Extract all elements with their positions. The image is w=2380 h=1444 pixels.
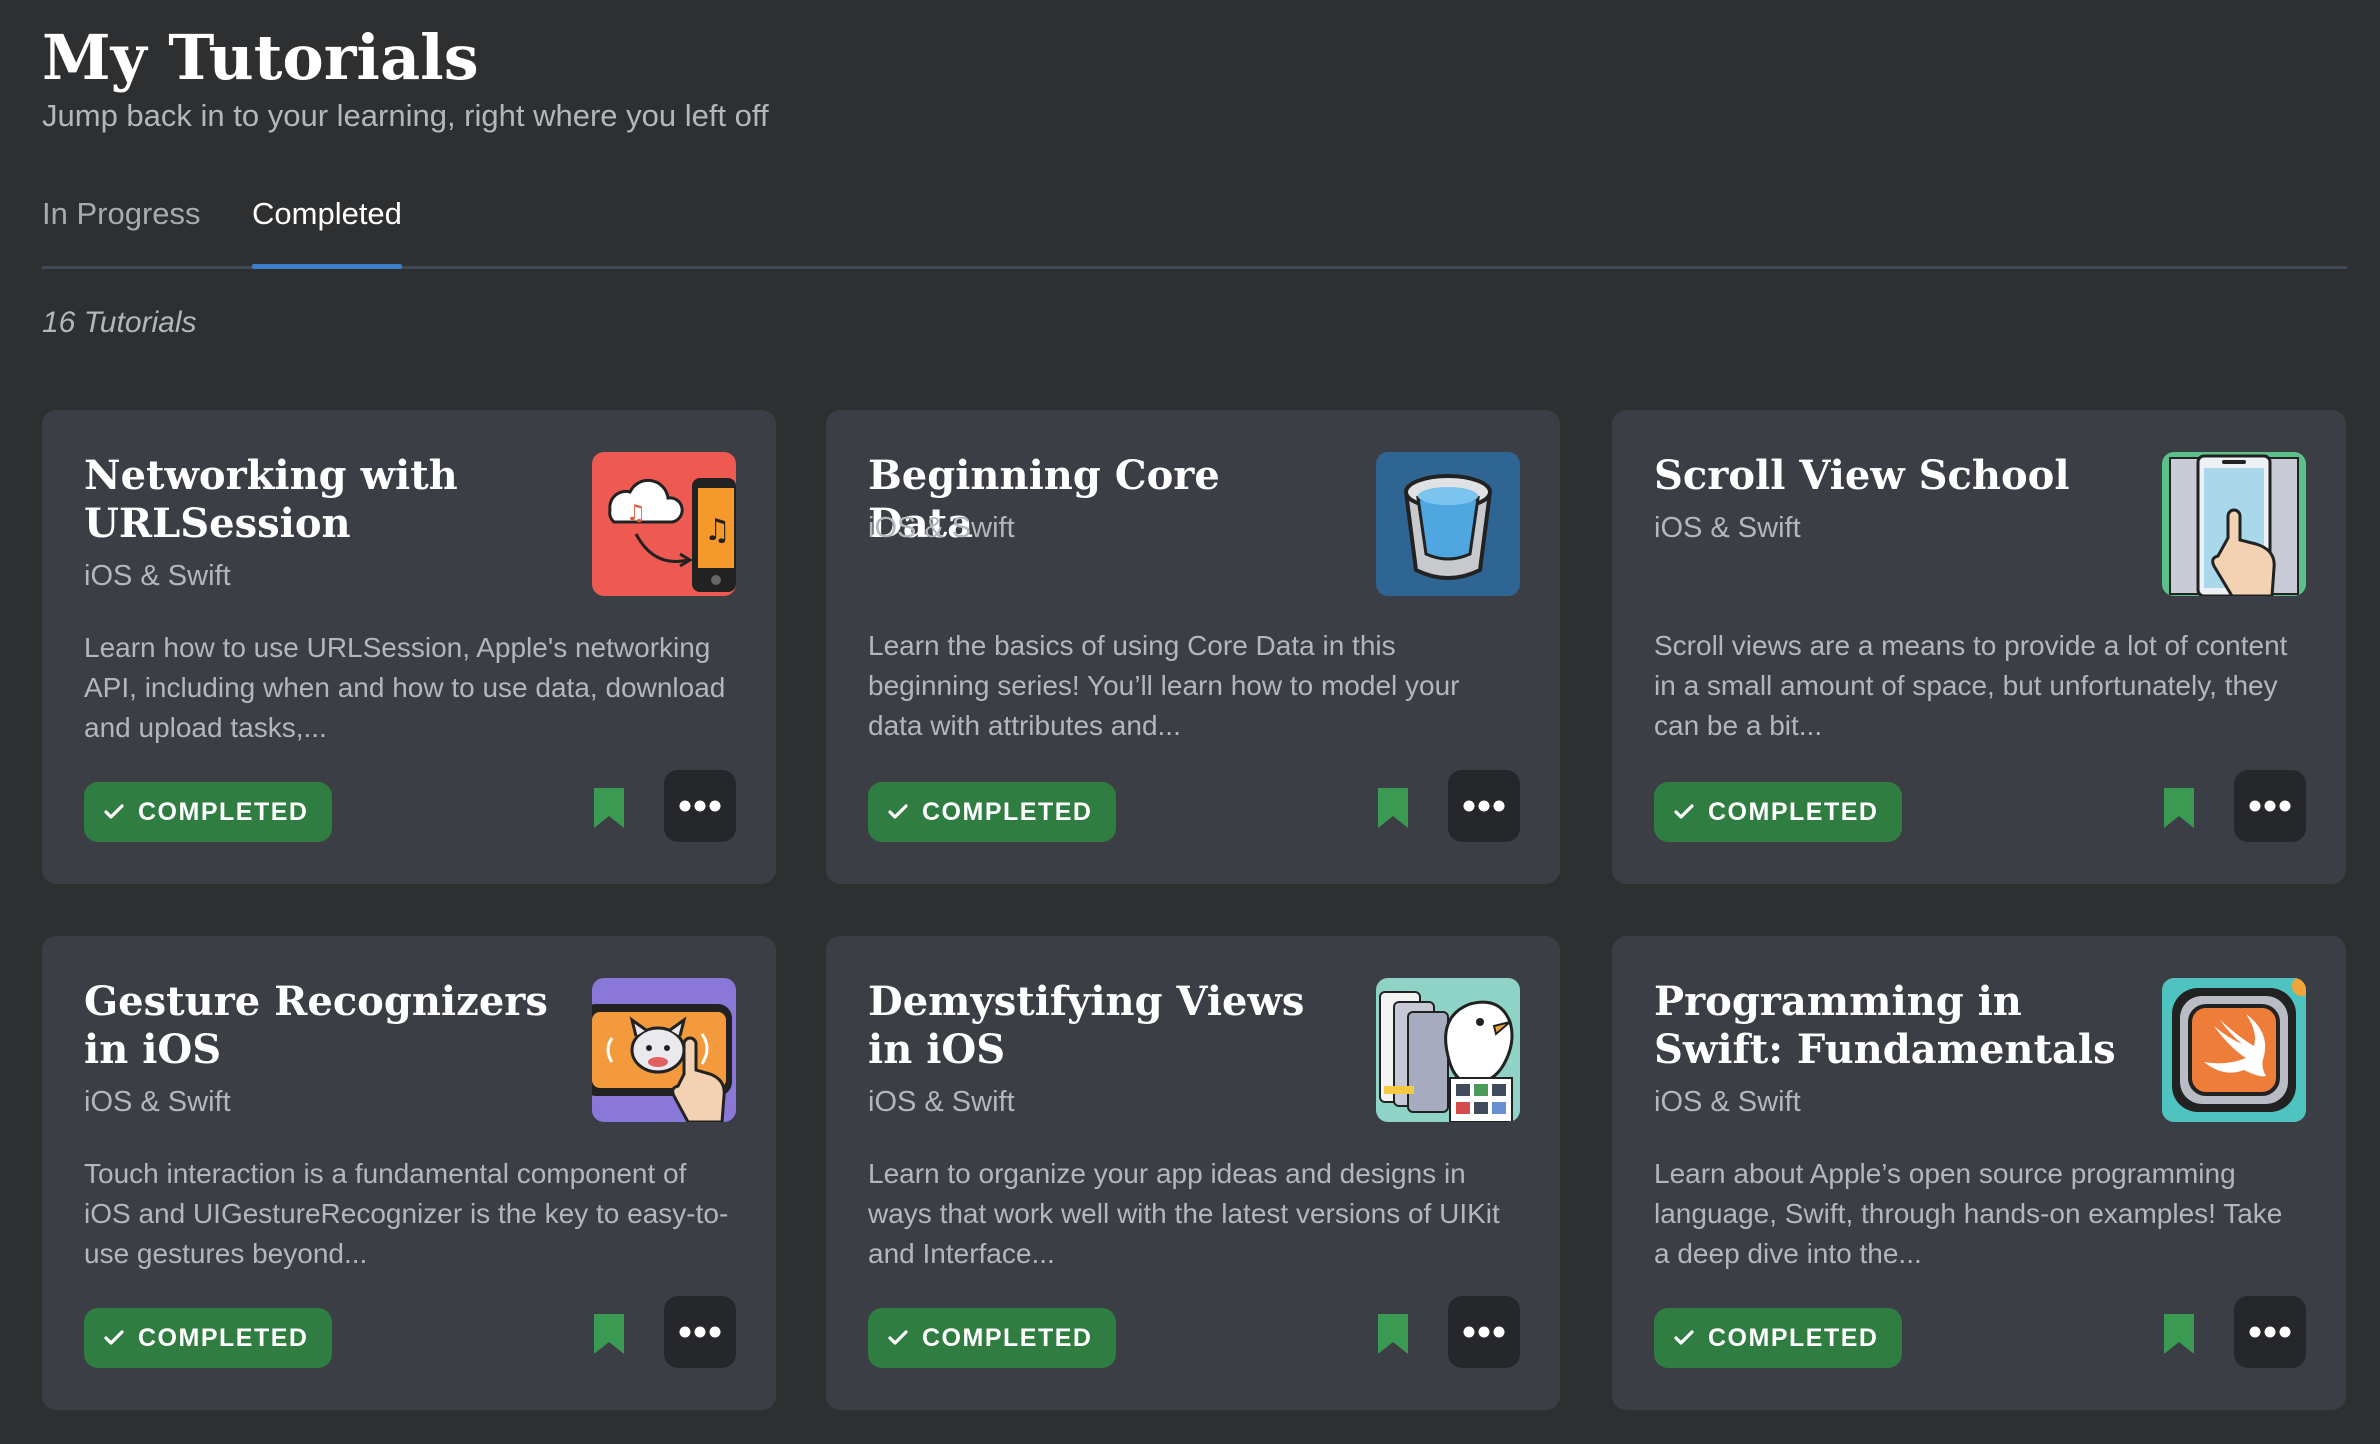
status-label: COMPLETED [1708, 797, 1879, 826]
cat-touch-hand-icon[interactable] [592, 978, 736, 1122]
more-options-button[interactable] [1448, 770, 1520, 842]
status-badge: COMPLETED [868, 1308, 1117, 1368]
check-icon [104, 804, 124, 819]
card-description: Learn to organize your app ideas and des… [868, 1158, 1500, 1269]
ellipsis-icon [679, 1326, 721, 1338]
card-title[interactable]: Gesture Recognizers in iOS [84, 978, 554, 1074]
cloud-music-phone-icon[interactable]: ♫ ♫ [592, 452, 736, 596]
database-bucket-icon[interactable] [1376, 452, 1520, 596]
status-label: COMPLETED [138, 797, 309, 826]
ellipsis-icon [679, 800, 721, 812]
tutorial-card[interactable]: Networking with URLSession iOS & Swift L… [42, 410, 776, 884]
check-icon [1674, 1330, 1694, 1345]
check-icon [104, 1330, 124, 1345]
status-badge: COMPLETED [1654, 782, 1903, 842]
tutorial-card[interactable]: Scroll View School iOS & Swift Scroll vi… [1612, 410, 2346, 884]
ellipsis-icon [1463, 1326, 1505, 1338]
svg-text:♫: ♫ [704, 513, 731, 548]
check-icon [888, 804, 908, 819]
page-subtitle: Jump back in to your learning, right whe… [42, 98, 769, 133]
swift-logo-icon[interactable] [2162, 978, 2306, 1122]
status-badge: COMPLETED [1654, 1308, 1903, 1368]
card-title[interactable]: Programming in Swift: Fundamentals [1654, 978, 2124, 1074]
more-options-button[interactable] [664, 1296, 736, 1368]
tab-completed[interactable]: Completed [252, 190, 402, 269]
more-options-button[interactable] [1448, 1296, 1520, 1368]
tutorial-count: 16 Tutorials [42, 306, 197, 339]
page-title: My Tutorials [42, 21, 479, 94]
card-description: Learn how to use URLSession, Apple's net… [84, 632, 726, 743]
tutorial-card[interactable]: Demystifying Views in iOS iOS & Swift Le… [826, 936, 1560, 1410]
status-label: COMPLETED [922, 797, 1093, 826]
card-subtitle: iOS & Swift [1654, 1086, 1801, 1118]
status-label: COMPLETED [138, 1323, 309, 1352]
tutorial-card[interactable]: Beginning Core Data iOS & Swift Learn th… [826, 410, 1560, 884]
card-description: Touch interaction is a fundamental compo… [84, 1158, 729, 1269]
more-options-button[interactable] [2234, 770, 2306, 842]
ellipsis-icon [2249, 800, 2291, 812]
bookmark-icon[interactable] [2164, 788, 2194, 828]
status-badge: COMPLETED [868, 782, 1117, 842]
tab-bar: In Progress Completed [42, 190, 2347, 269]
card-subtitle: iOS & Swift [868, 512, 1015, 544]
stacked-phones-bird-icon[interactable] [1376, 978, 1520, 1122]
card-subtitle: iOS & Swift [868, 1086, 1015, 1118]
status-badge: COMPLETED [84, 782, 333, 842]
card-subtitle: iOS & Swift [1654, 512, 1801, 544]
tutorial-card[interactable]: Gesture Recognizers in iOS iOS & Swift T… [42, 936, 776, 1410]
card-description: Learn about Apple’s open source programm… [1654, 1158, 2283, 1269]
card-description: Learn the basics of using Core Data in t… [868, 630, 1460, 741]
bookmark-icon[interactable] [594, 1314, 624, 1354]
check-icon [1674, 804, 1694, 819]
status-label: COMPLETED [1708, 1323, 1879, 1352]
tutorial-card[interactable]: Programming in Swift: Fundamentals iOS &… [1612, 936, 2346, 1410]
svg-text:♫: ♫ [626, 501, 646, 526]
more-options-button[interactable] [2234, 1296, 2306, 1368]
card-subtitle: iOS & Swift [84, 560, 231, 592]
card-title[interactable]: Networking with URLSession [84, 452, 554, 548]
bookmark-icon[interactable] [594, 788, 624, 828]
ellipsis-icon [1463, 800, 1505, 812]
card-subtitle: iOS & Swift [84, 1086, 231, 1118]
status-badge: COMPLETED [84, 1308, 333, 1368]
status-label: COMPLETED [922, 1323, 1093, 1352]
check-icon [888, 1330, 908, 1345]
bookmark-icon[interactable] [2164, 1314, 2194, 1354]
card-description: Scroll views are a means to provide a lo… [1654, 630, 2288, 741]
card-title[interactable]: Scroll View School [1654, 452, 2124, 500]
bookmark-icon[interactable] [1378, 1314, 1408, 1354]
tab-in-progress[interactable]: In Progress [42, 190, 201, 266]
card-title[interactable]: Demystifying Views in iOS [868, 978, 1338, 1074]
more-options-button[interactable] [664, 770, 736, 842]
bookmark-icon[interactable] [1378, 788, 1408, 828]
ellipsis-icon [2249, 1326, 2291, 1338]
phone-swipe-hand-icon[interactable] [2162, 452, 2306, 596]
